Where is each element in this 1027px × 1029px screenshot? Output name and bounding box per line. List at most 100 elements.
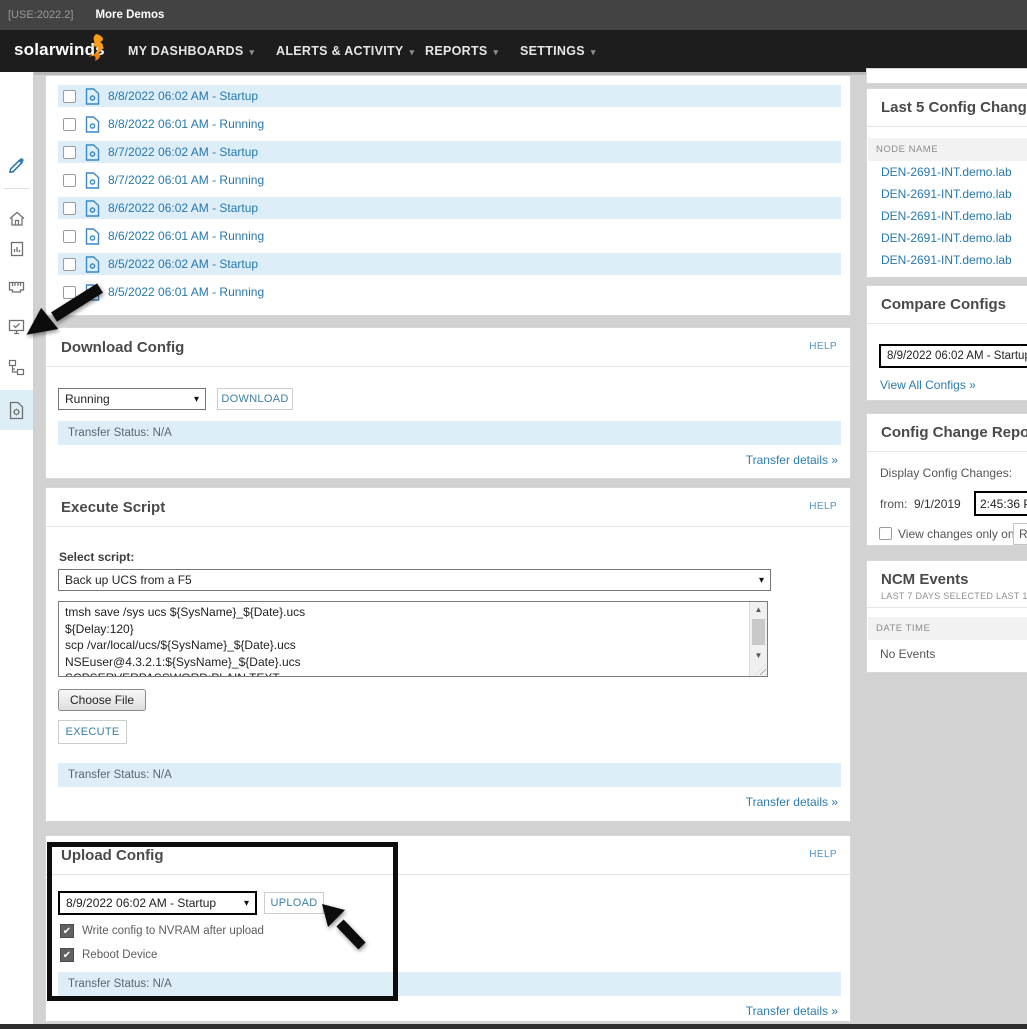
config-change-report-panel: Config Change Report Display Config Chan… bbox=[866, 413, 1027, 546]
nav-alerts-activity[interactable]: ALERTS & ACTIVITY ▾ bbox=[276, 30, 414, 72]
view-changes-label: View changes only on bbox=[898, 527, 1015, 541]
node-link[interactable]: DEN-2691-INT.demo.lab bbox=[867, 205, 1027, 227]
sidebar-item-home[interactable] bbox=[0, 202, 33, 236]
help-link[interactable]: HELP bbox=[809, 341, 837, 352]
config-link[interactable]: 8/7/2022 06:02 AM - Startup bbox=[108, 145, 258, 159]
config-checkbox[interactable] bbox=[63, 173, 76, 187]
nav-settings[interactable]: SETTINGS ▾ bbox=[520, 30, 596, 72]
config-file-icon bbox=[85, 199, 100, 217]
scroll-up-icon[interactable]: ▲ bbox=[750, 602, 767, 617]
script-textarea[interactable]: tmsh save /sys ucs ${SysName}_${Date}.uc… bbox=[58, 601, 768, 677]
config-file-icon bbox=[9, 401, 24, 419]
nvram-checkbox-row: ✔ Write config to NVRAM after upload bbox=[60, 924, 264, 938]
check-icon: ✔ bbox=[62, 926, 72, 937]
help-link[interactable]: HELP bbox=[809, 501, 837, 512]
execute-button[interactable]: EXECUTE bbox=[58, 720, 127, 744]
config-row: 8/5/2022 06:01 AM - Running bbox=[46, 278, 850, 306]
scroll-down-icon[interactable]: ▼ bbox=[750, 648, 767, 663]
panel-title: Last 5 Config Changes bbox=[881, 99, 1027, 116]
config-link[interactable]: 8/7/2022 06:01 AM - Running bbox=[108, 173, 264, 187]
sidebar-item-edit[interactable] bbox=[0, 148, 33, 182]
pencil-icon bbox=[9, 157, 24, 173]
upload-config-panel: Upload Config HELP 8/9/2022 06:02 AM - S… bbox=[45, 835, 851, 1022]
transfer-details-link[interactable]: Transfer details » bbox=[746, 1004, 838, 1018]
nav-my-dashboards[interactable]: MY DASHBOARDS ▾ bbox=[128, 30, 254, 72]
config-checkbox[interactable] bbox=[63, 145, 76, 159]
sidebar-item-monitors[interactable] bbox=[0, 310, 33, 344]
upload-config-select[interactable]: 8/9/2022 06:02 AM - Startup ▾ bbox=[58, 891, 257, 915]
view-all-configs-link[interactable]: View All Configs » bbox=[880, 378, 976, 392]
node-link[interactable]: DEN-2691-INT.demo.lab bbox=[867, 183, 1027, 205]
config-row: 8/5/2022 06:02 AM - Startup bbox=[46, 250, 850, 278]
config-file-icon bbox=[85, 115, 100, 133]
date-time-header: DATE TIME bbox=[868, 617, 1027, 640]
config-checkbox[interactable] bbox=[63, 229, 76, 243]
execute-script-panel: Execute Script HELP Select script: Back … bbox=[45, 487, 851, 822]
cutoff-panel bbox=[866, 68, 1027, 84]
choose-file-button[interactable]: Choose File bbox=[58, 689, 147, 711]
chevron-down-icon: ▾ bbox=[758, 574, 764, 586]
upload-button[interactable]: UPLOAD bbox=[264, 892, 324, 914]
download-button[interactable]: DOWNLOAD bbox=[217, 388, 293, 410]
config-checkbox[interactable] bbox=[63, 89, 76, 103]
topology-icon bbox=[8, 359, 25, 375]
from-label: from: bbox=[880, 497, 908, 511]
transfer-status: Transfer Status: N/A bbox=[58, 421, 841, 445]
node-link[interactable]: DEN-2691-INT.demo.lab bbox=[867, 227, 1027, 249]
scrollbar-thumb[interactable] bbox=[752, 619, 765, 645]
transfer-details-link[interactable]: Transfer details » bbox=[746, 453, 838, 467]
script-select[interactable]: Back up UCS from a F5 ▾ bbox=[58, 569, 771, 591]
sidebar-item-interfaces[interactable] bbox=[0, 270, 33, 304]
sidebar-item-topology[interactable] bbox=[0, 350, 33, 384]
transfer-status: Transfer Status: N/A bbox=[58, 972, 841, 996]
config-checkbox[interactable] bbox=[63, 117, 76, 131]
config-link[interactable]: 8/6/2022 06:02 AM - Startup bbox=[108, 201, 258, 215]
config-link[interactable]: 8/5/2022 06:01 AM - Running bbox=[108, 285, 264, 299]
config-file-icon bbox=[85, 87, 100, 105]
node-link[interactable]: DEN-2691-INT.demo.lab bbox=[867, 249, 1027, 271]
config-link[interactable]: 8/6/2022 06:01 AM - Running bbox=[108, 229, 264, 243]
download-config-select[interactable]: Running ▾ bbox=[58, 388, 206, 410]
config-row: 8/8/2022 06:02 AM - Startup bbox=[46, 82, 850, 110]
select-script-label: Select script: bbox=[59, 550, 135, 564]
config-link[interactable]: 8/5/2022 06:02 AM - Startup bbox=[108, 257, 258, 271]
config-checkbox[interactable] bbox=[63, 201, 76, 215]
config-checkbox[interactable] bbox=[63, 257, 76, 271]
download-config-panel: Download Config HELP Running ▾ DOWNLOAD … bbox=[45, 327, 851, 479]
node-link[interactable]: DEN-2691-INT.demo.lab bbox=[867, 161, 1027, 183]
reboot-checkbox[interactable]: ✔ bbox=[60, 948, 74, 962]
network-port-icon bbox=[8, 281, 25, 293]
config-checkbox[interactable] bbox=[63, 285, 76, 299]
panel-title: Upload Config bbox=[61, 847, 164, 864]
more-demos-link[interactable]: More Demos bbox=[95, 9, 164, 21]
demo-topbar: [USE:2022.2] More Demos bbox=[0, 0, 1027, 30]
sidebar-item-reports[interactable] bbox=[0, 232, 33, 266]
sidebar-divider bbox=[4, 188, 29, 189]
sidebar-item-configs[interactable] bbox=[0, 390, 33, 430]
transfer-status: Transfer Status: N/A bbox=[58, 763, 841, 787]
transfer-details-link[interactable]: Transfer details » bbox=[746, 795, 838, 809]
panel-title: NCM Events bbox=[881, 571, 969, 588]
config-link[interactable]: 8/8/2022 06:02 AM - Startup bbox=[108, 89, 258, 103]
config-type-select[interactable]: Running bbox=[1013, 523, 1027, 545]
solarwinds-flame-icon bbox=[89, 34, 104, 61]
help-link[interactable]: HELP bbox=[809, 849, 837, 860]
config-link[interactable]: 8/8/2022 06:01 AM - Running bbox=[108, 117, 264, 131]
textarea-scrollbar[interactable]: ▲ ▼ bbox=[749, 602, 767, 676]
panel-subtitle: LAST 7 DAYS SELECTED LAST 10 EVENTS bbox=[881, 591, 1027, 601]
view-changes-checkbox[interactable] bbox=[879, 527, 892, 540]
main-navbar: solarwinds MY DASHBOARDS ▾ ALERTS & ACTI… bbox=[0, 30, 1027, 72]
nav-reports[interactable]: REPORTS ▾ bbox=[425, 30, 498, 72]
config-file-icon bbox=[85, 227, 100, 245]
chevron-down-icon: ▾ bbox=[493, 46, 499, 57]
last5-config-changes-panel: Last 5 Config Changes NODE NAME DEN-2691… bbox=[866, 88, 1027, 278]
compare-config-select[interactable]: 8/9/2022 06:02 AM - Startup bbox=[879, 344, 1027, 368]
time-input[interactable]: 2:45:36 PM bbox=[974, 491, 1027, 516]
from-date-value[interactable]: 9/1/2019 bbox=[914, 497, 961, 511]
nvram-checkbox[interactable]: ✔ bbox=[60, 924, 74, 938]
home-icon bbox=[9, 211, 24, 226]
config-row: 8/8/2022 06:01 AM - Running bbox=[46, 110, 850, 138]
chevron-down-icon: ▾ bbox=[590, 46, 596, 57]
compare-configs-panel: Compare Configs 8/9/2022 06:02 AM - Star… bbox=[866, 285, 1027, 401]
chevron-down-icon: ▾ bbox=[243, 897, 249, 909]
